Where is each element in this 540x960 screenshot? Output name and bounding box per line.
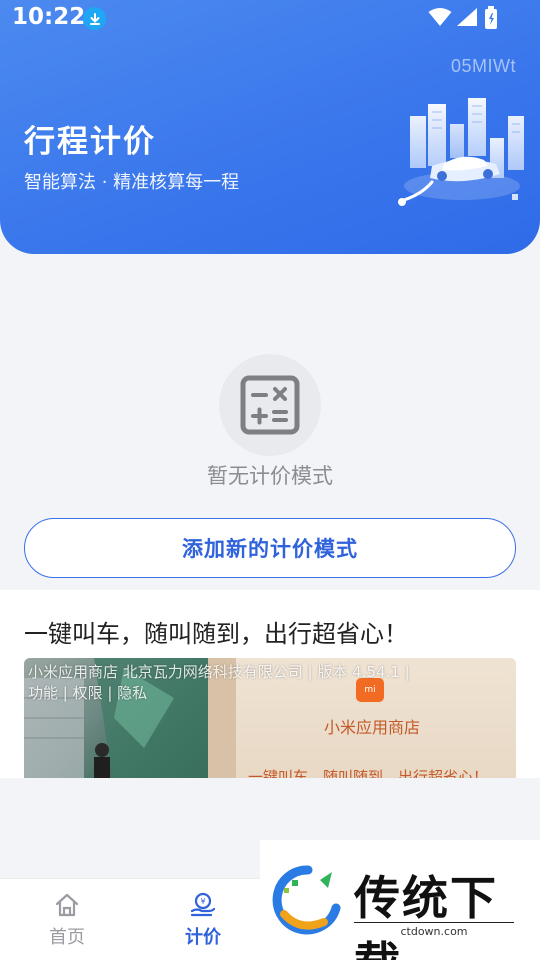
ad-headline[interactable]: 一键叫车，随叫随到，出行超省心！: [24, 614, 408, 649]
site-watermark: 传统下载 ctdown.com: [260, 840, 540, 960]
ad-banner[interactable]: 一键叫车，随叫随到，出行超省心！ mi 小米应用商店 一键叫车，随叫随到，出行超…: [0, 590, 540, 778]
signal-icon: [456, 7, 478, 31]
header-code: 05MIWt: [450, 56, 516, 76]
ad-slogan: 一键叫车，随叫随到，出行超省心！: [248, 768, 489, 778]
city-car-illustration: [398, 98, 524, 206]
ad-app-info[interactable]: 小米应用商店 北京瓦力网络科技有限公司 | 版本 4.54.1 | 功能 | 权…: [28, 662, 428, 704]
nav-label-home: 首页: [49, 927, 85, 948]
home-icon: [55, 893, 79, 917]
header-banner: 10:22 05MIWt 行程计价 智能算法 · 精准核算每一程: [0, 0, 540, 254]
status-bar: 10:22: [0, 0, 540, 40]
nav-label-pricing: 计价: [185, 927, 221, 948]
site-logo-icon: [272, 865, 341, 935]
ad-image[interactable]: mi 小米应用商店 一键叫车，随叫随到，出行超省心！ 小米应用商店 北京瓦力网络…: [24, 658, 516, 778]
status-time: 10:22: [12, 4, 86, 30]
calculator-icon: [240, 375, 300, 435]
nav-item-pricing[interactable]: ¥ 计价: [158, 891, 248, 949]
watermark-title: 传统下载: [354, 871, 498, 960]
empty-state-text: 暂无计价模式: [207, 464, 333, 488]
nav-item-home[interactable]: 首页: [22, 891, 112, 949]
watermark-url: ctdown.com: [354, 922, 514, 938]
page-title: 行程计价: [24, 124, 156, 160]
battery-icon: [484, 6, 498, 34]
pricing-icon: ¥: [190, 892, 216, 917]
wifi-icon: [428, 7, 452, 31]
add-pricing-mode-button[interactable]: 添加新的计价模式: [24, 518, 516, 578]
ad-store-name: 小米应用商店: [324, 718, 421, 737]
empty-state-badge: [219, 354, 321, 456]
download-icon: [83, 7, 106, 30]
svg-text:¥: ¥: [200, 897, 205, 906]
page-subtitle: 智能算法 · 精准核算每一程: [24, 172, 240, 193]
